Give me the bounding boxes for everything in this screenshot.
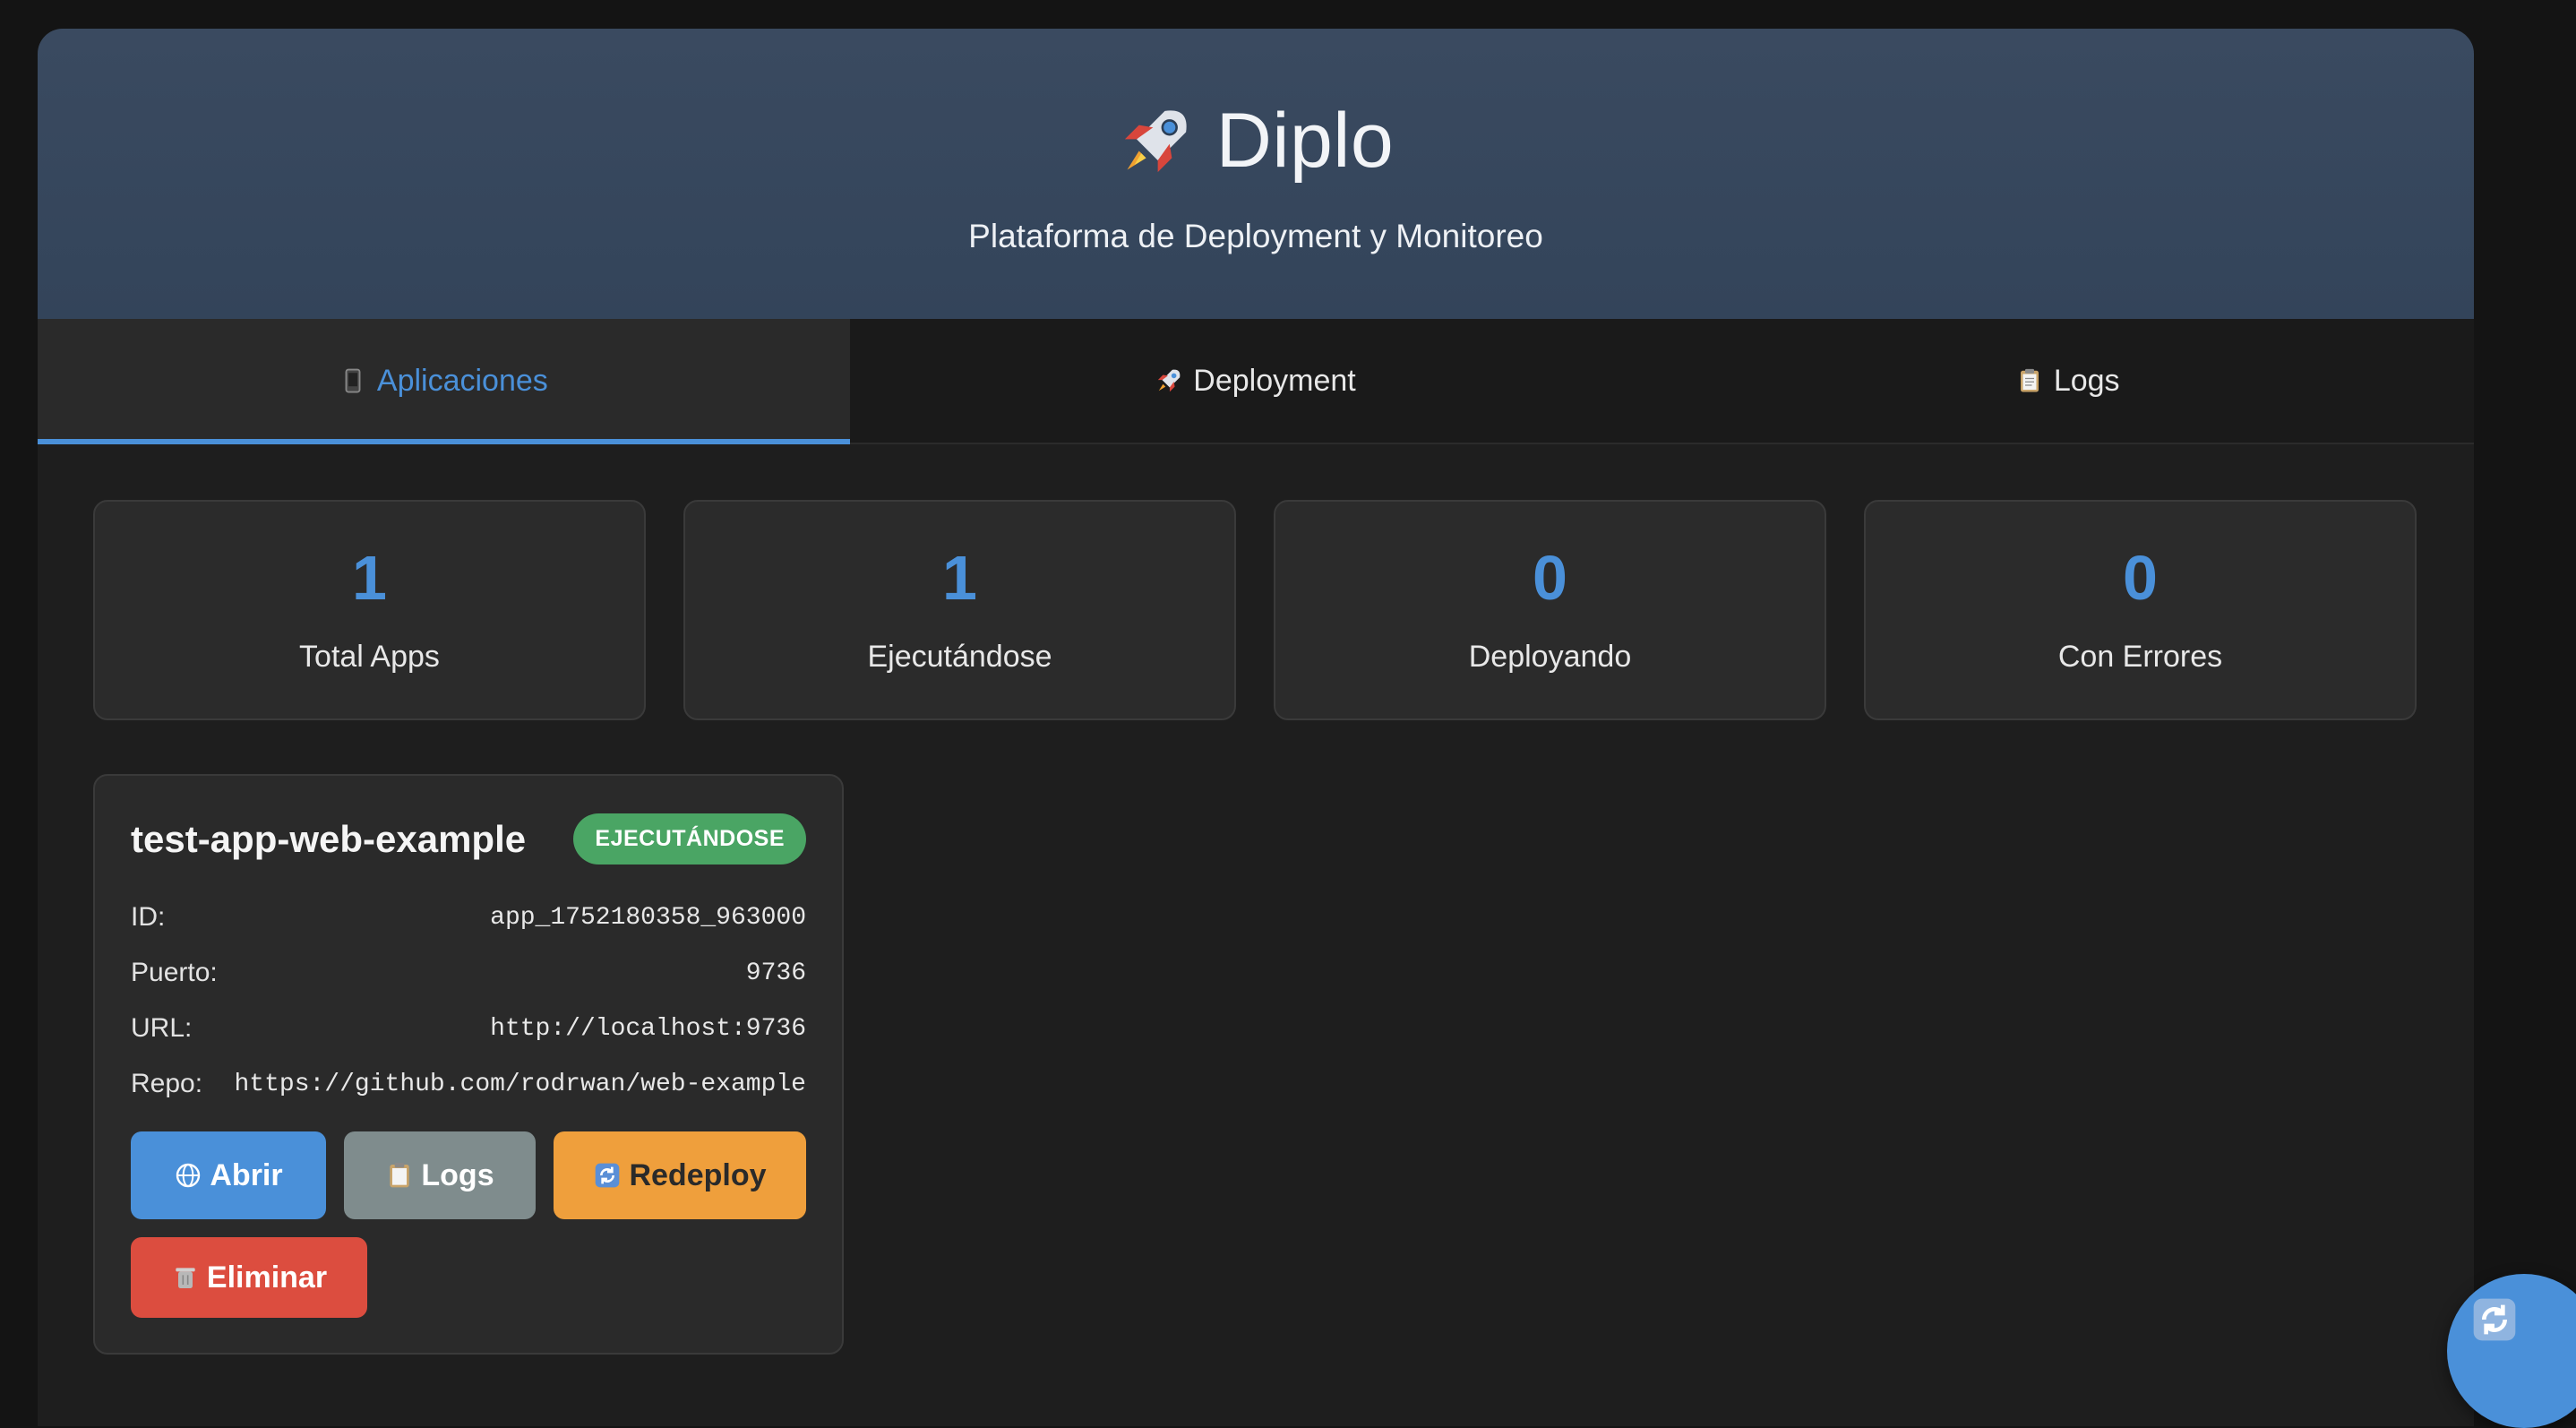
info-key: Puerto: — [131, 958, 218, 987]
info-row-id: ID: app_1752180358_963000 — [131, 890, 806, 945]
stat-value: 0 — [2123, 542, 2158, 613]
stat-label: Con Errores — [2057, 639, 2223, 674]
refresh-icon — [596, 1163, 620, 1188]
app-card: test-app-web-example EJECUTÁNDOSE ID: ap… — [93, 774, 844, 1355]
page-header: Diplo Plataforma de Deployment y Monitor… — [38, 29, 2474, 319]
stat-label: Deployando — [1468, 639, 1632, 674]
tab-deployment[interactable]: Deployment — [850, 319, 1662, 443]
stats-row: 1 Total Apps 1 Ejecutándose 0 Deployando… — [93, 500, 2418, 720]
stat-card-total-apps: 1 Total Apps — [93, 500, 646, 720]
stat-value: 1 — [352, 542, 387, 613]
app-name: test-app-web-example — [131, 817, 527, 860]
app-actions: Abrir Logs Redeploy Eliminar — [131, 1131, 806, 1318]
tab-label: Aplicaciones — [376, 363, 548, 398]
redeploy-button-label: Redeploy — [629, 1157, 767, 1192]
brand: Diplo — [38, 97, 2474, 185]
stat-label: Ejecutándose — [867, 639, 1052, 674]
app-card-header: test-app-web-example EJECUTÁNDOSE — [131, 813, 806, 865]
info-row-repo: Repo: https://github.com/rodrwan/web-exa… — [131, 1056, 806, 1112]
tab-label: Deployment — [1193, 363, 1356, 398]
info-key: URL: — [131, 1013, 193, 1043]
logs-button-label: Logs — [421, 1157, 494, 1192]
open-button[interactable]: Abrir — [131, 1131, 326, 1219]
stat-card-deploying: 0 Deployando — [1274, 500, 1826, 720]
info-value: http://localhost:9736 — [490, 1014, 806, 1043]
globe-icon — [176, 1163, 201, 1188]
delete-button-label: Eliminar — [206, 1260, 328, 1295]
app-title: Diplo — [1215, 98, 1395, 184]
stat-card-errors: 0 Con Errores — [1864, 500, 2417, 720]
stat-card-running: 1 Ejecutándose — [683, 500, 1236, 720]
clipboard-icon — [2020, 368, 2039, 392]
redeploy-button[interactable]: Redeploy — [554, 1131, 806, 1219]
logs-button[interactable]: Logs — [344, 1131, 536, 1219]
stat-value: 0 — [1533, 542, 1567, 613]
trash-icon — [176, 1268, 195, 1288]
refresh-icon — [2473, 1298, 2516, 1341]
info-key: Repo: — [131, 1069, 203, 1098]
tab-label: Logs — [2053, 363, 2120, 398]
app-info: ID: app_1752180358_963000 Puerto: 9736 U… — [131, 890, 806, 1112]
info-row-url: URL: http://localhost:9736 — [131, 1001, 806, 1056]
tab-aplicaciones[interactable]: Aplicaciones — [38, 319, 850, 444]
delete-button[interactable]: Eliminar — [131, 1237, 367, 1318]
rocket-icon — [1124, 109, 1187, 172]
open-button-label: Abrir — [210, 1157, 283, 1192]
stat-value: 1 — [942, 542, 977, 613]
tab-logs[interactable]: Logs — [1662, 319, 2474, 443]
status-badge: EJECUTÁNDOSE — [573, 813, 806, 865]
app-subtitle: Plataforma de Deployment y Monitoreo — [968, 218, 1543, 254]
phone-icon — [345, 368, 361, 393]
stat-label: Total Apps — [299, 639, 440, 674]
info-value: app_1752180358_963000 — [490, 903, 806, 932]
info-value: https://github.com/rodrwan/web-example — [234, 1070, 806, 1098]
info-row-port: Puerto: 9736 — [131, 945, 806, 1001]
info-key: ID: — [131, 902, 166, 932]
tab-bar: Aplicaciones Deployment Logs — [38, 319, 2474, 444]
info-value: 9736 — [745, 959, 806, 987]
main-content: 1 Total Apps 1 Ejecutándose 0 Deployando… — [38, 444, 2474, 1355]
clipboard-icon — [390, 1163, 410, 1188]
app-window: Diplo Plataforma de Deployment y Monitor… — [38, 29, 2474, 1426]
rocket-icon — [1158, 369, 1181, 392]
